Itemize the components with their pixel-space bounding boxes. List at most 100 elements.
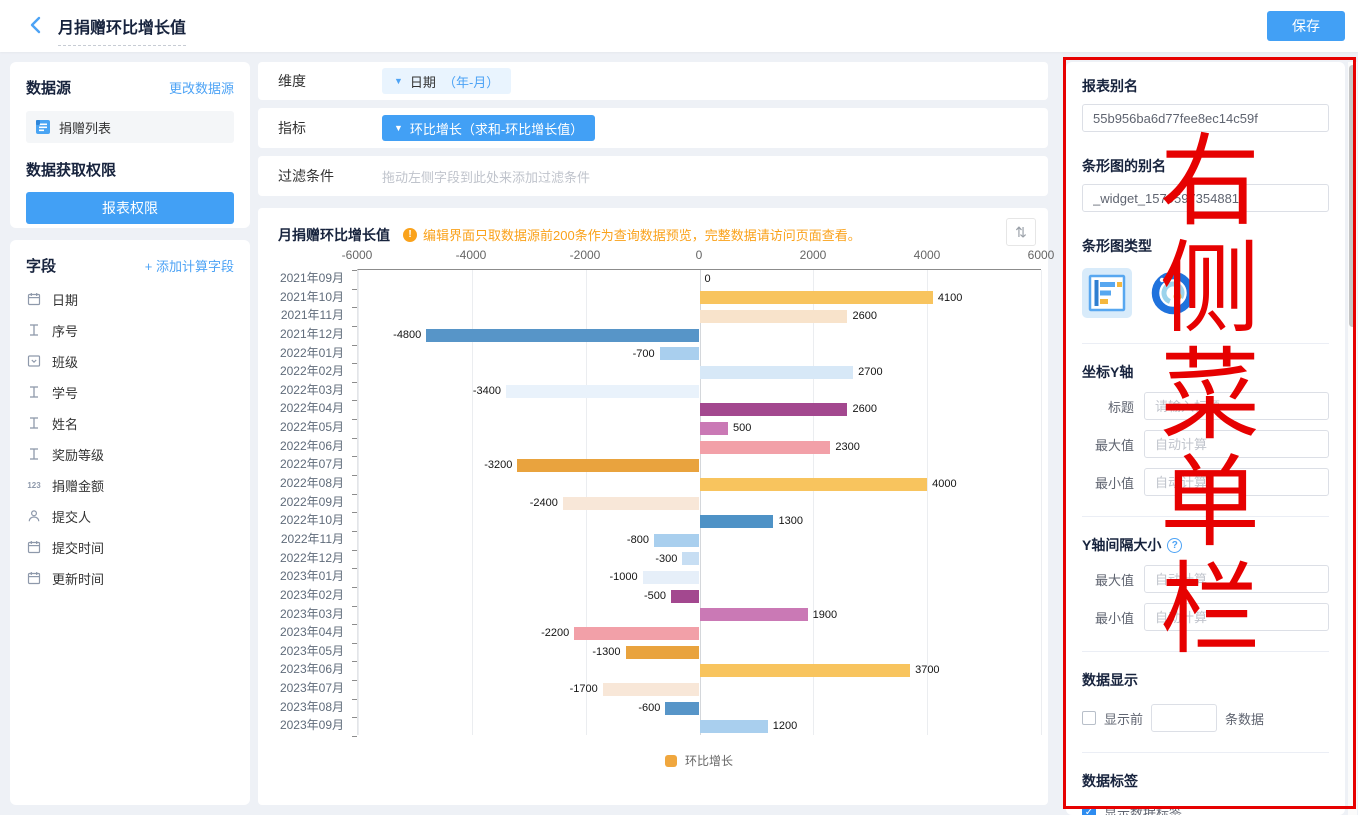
field-item[interactable]: 学号: [26, 377, 234, 407]
field-item-label: 更新时间: [52, 569, 104, 588]
chart-card: 月捐赠环比增长值 ! 编辑界面只取数据源前200条作为查询数据预览，完整数据请访…: [258, 208, 1048, 805]
metric-label: 指标: [278, 118, 382, 138]
y-category-label: 2023年09月: [280, 716, 344, 735]
add-calc-field-link[interactable]: + 添加计算字段: [145, 256, 234, 275]
field-item[interactable]: 123捐赠金额: [26, 470, 234, 500]
y-axis-tick: [352, 494, 357, 495]
bar[interactable]: [700, 441, 831, 454]
bar[interactable]: [603, 683, 700, 696]
y-category-label: 2022年08月: [280, 474, 344, 493]
field-item[interactable]: 姓名: [26, 408, 234, 438]
field-item[interactable]: 提交时间: [26, 532, 234, 562]
field-item[interactable]: 奖励等级: [26, 439, 234, 469]
chart-title: 月捐赠环比增长值: [278, 225, 390, 245]
report-permission-button[interactable]: 报表权限: [26, 192, 234, 224]
y-axis-tick: [352, 661, 357, 662]
y-category-label: 2021年10月: [280, 288, 344, 307]
field-item-label: 序号: [52, 321, 78, 340]
dimension-tag[interactable]: ▼ 日期（年-月）: [382, 68, 511, 94]
panel-scrollbar-track: [1348, 62, 1357, 815]
chart-warning-text: 编辑界面只取数据源前200条作为查询数据预览，完整数据请访问页面查看。: [423, 225, 861, 244]
radial-chart-type-icon[interactable]: [1150, 270, 1196, 321]
bar[interactable]: [643, 571, 700, 584]
gridline: [1041, 270, 1042, 735]
field-item[interactable]: 日期: [26, 284, 234, 314]
data-display-title: 数据显示: [1082, 670, 1329, 690]
bar[interactable]: [700, 608, 808, 621]
bar[interactable]: [517, 459, 699, 472]
field-item[interactable]: 序号: [26, 315, 234, 345]
y-category-label: 2022年02月: [280, 362, 344, 381]
bar[interactable]: [700, 310, 848, 323]
y-category-label: 2022年01月: [280, 344, 344, 363]
x-tick-label: -4000: [456, 248, 487, 262]
bar-value-label: 1300: [778, 512, 802, 531]
field-item[interactable]: 提交人: [26, 501, 234, 531]
chart-warning: ! 编辑界面只取数据源前200条作为查询数据预览，完整数据请访问页面查看。: [403, 225, 861, 244]
datasource-item[interactable]: 捐赠列表: [26, 111, 234, 143]
bar[interactable]: [700, 422, 728, 435]
bar[interactable]: [700, 720, 768, 733]
bar-value-label: -1000: [609, 568, 637, 587]
bar[interactable]: [654, 534, 700, 547]
row-count-input[interactable]: [1151, 704, 1217, 732]
bar-value-label: 3700: [915, 661, 939, 680]
bar[interactable]: [563, 497, 700, 510]
show-data-label-checkbox[interactable]: ✓: [1082, 806, 1096, 815]
save-button[interactable]: 保存: [1267, 11, 1345, 41]
bar-value-label: -800: [627, 531, 649, 550]
report-alias-title: 报表别名: [1082, 76, 1329, 96]
y-category-label: 2022年03月: [280, 381, 344, 400]
y-title-input[interactable]: [1144, 392, 1329, 420]
y-category-label: 2022年06月: [280, 437, 344, 456]
chevron-down-icon: ▼: [394, 124, 403, 133]
bar[interactable]: [671, 590, 699, 603]
interval-max-input[interactable]: [1144, 565, 1329, 593]
bar[interactable]: [700, 478, 928, 491]
data-label-title: 数据标签: [1082, 771, 1329, 791]
change-datasource-link[interactable]: 更改数据源: [169, 78, 234, 97]
report-alias-input[interactable]: [1082, 104, 1329, 132]
sort-button[interactable]: ⇅: [1006, 218, 1036, 246]
bar[interactable]: [426, 329, 699, 342]
legend-item[interactable]: 环比增长: [357, 752, 1041, 769]
widget-alias-input[interactable]: [1082, 184, 1329, 212]
filter-row[interactable]: 过滤条件 拖动左侧字段到此处来添加过滤条件: [258, 156, 1048, 196]
interval-min-input[interactable]: [1144, 603, 1329, 631]
y-axis-tick: [352, 531, 357, 532]
bar[interactable]: [506, 385, 700, 398]
back-icon[interactable]: [26, 14, 48, 36]
bar[interactable]: [700, 291, 933, 304]
bar[interactable]: [660, 347, 700, 360]
y-category-label: 2022年04月: [280, 399, 344, 418]
y-category-label: 2021年11月: [281, 306, 344, 325]
y-axis-labels: 2021年09月2021年10月2021年11月2021年12月2022年01月…: [258, 269, 350, 735]
y-axis-tick: [352, 624, 357, 625]
widget-alias-title: 条形图的别名: [1082, 156, 1329, 176]
bar-value-label: -2400: [530, 494, 558, 513]
show-first-checkbox[interactable]: [1082, 711, 1096, 725]
bar-chart-type-icon[interactable]: [1082, 268, 1132, 323]
field-item[interactable]: 班级: [26, 346, 234, 376]
y-axis-tick: [352, 643, 357, 644]
y-axis-title: 坐标Y轴: [1082, 362, 1329, 382]
field-item[interactable]: 更新时间: [26, 563, 234, 593]
bar[interactable]: [700, 403, 848, 416]
interval-min-label: 最小值: [1082, 608, 1134, 627]
y-category-label: 2022年07月: [280, 455, 344, 474]
y-max-input[interactable]: [1144, 430, 1329, 458]
bar[interactable]: [665, 702, 699, 715]
bar-plot: 041002600-4800-7002700-340026005002300-3…: [357, 269, 1041, 735]
bar[interactable]: [682, 552, 699, 565]
metric-tag[interactable]: ▼ 环比增长（求和-环比增长值）: [382, 115, 595, 141]
bar[interactable]: [700, 515, 774, 528]
y-min-input[interactable]: [1144, 468, 1329, 496]
help-icon[interactable]: ?: [1167, 538, 1182, 553]
bar[interactable]: [626, 646, 700, 659]
y-category-label: 2023年08月: [280, 698, 344, 717]
bar[interactable]: [574, 627, 699, 640]
bar[interactable]: [700, 366, 854, 379]
panel-scrollbar-thumb[interactable]: [1349, 65, 1356, 327]
y-category-label: 2021年09月: [280, 269, 344, 288]
bar[interactable]: [700, 664, 911, 677]
